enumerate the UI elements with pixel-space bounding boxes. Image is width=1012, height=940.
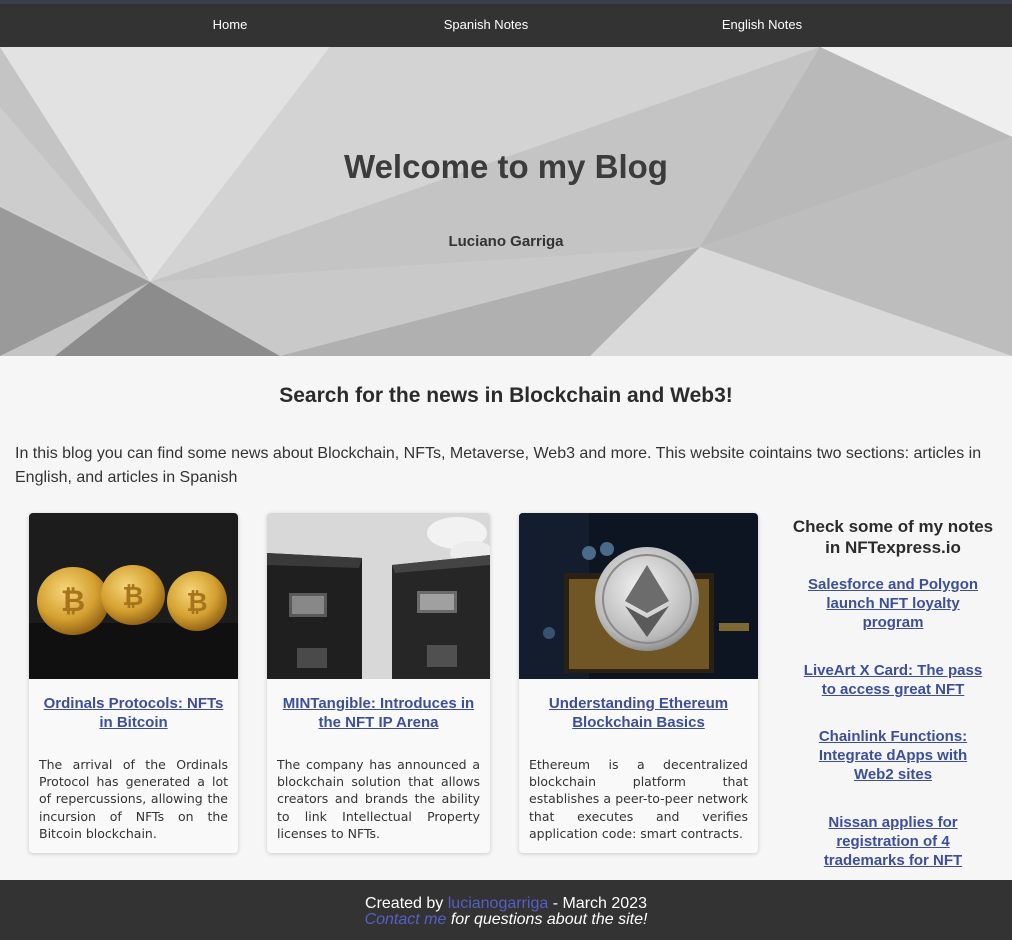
bitcoin-coins-image: ₿ ₿ ₿ [29,513,238,679]
section-heading: Search for the news in Blockchain and We… [279,384,733,407]
sidebar-heading: Check some of my notes in NFTexpress.io [792,517,994,557]
nav-spanish-notes-link[interactable]: Spanish Notes [444,17,529,32]
article-summary: Ethereum is a decentralized blockchain p… [529,757,748,841]
footer-author-link[interactable]: lucianogarriga [448,895,549,912]
article-summary: The company has announced a blockchain s… [277,757,480,841]
footer-date-text: - March 2023 [552,895,647,912]
page-footer: Created by lucianogarriga - March 2023 C… [0,880,1012,940]
hero-banner: Welcome to my Blog Luciano Garriga [0,47,1012,356]
sidebar-note-link[interactable]: Salesforce and Polygon launch NFT loyalt… [800,575,986,632]
article-title-link[interactable]: Ordinals Protocols: NFTs in Bitcoin [39,694,228,732]
svg-text:₿: ₿ [186,588,207,618]
top-navbar: Home Spanish Notes English Notes [0,0,1012,47]
footer-contact-text: for questions about the site! [450,911,648,928]
article-card: MINTangible: Introduces in the NFT IP Ar… [267,513,490,853]
article-title-link[interactable]: MINTangible: Introduces in the NFT IP Ar… [277,694,480,732]
article-title-link[interactable]: Understanding Ethereum Blockchain Basics [529,694,748,732]
buildings-image [267,513,490,679]
hero-author: Luciano Garriga [448,233,564,250]
article-summary: The arrival of the Ordinals Protocol has… [39,757,228,841]
footer-contact-link[interactable]: Contact me [365,911,447,928]
ethereum-coin-image [519,513,758,679]
footer-created-text: Created by [365,895,444,912]
hero-background-image [0,47,1012,356]
hero-title: Welcome to my Blog [344,148,668,185]
article-card: ₿ ₿ ₿ Ordinals Protocols: NFTs in Bitcoi… [29,513,238,853]
nav-english-notes-link[interactable]: English Notes [722,17,802,32]
sidebar-note-link[interactable]: LiveArt X Card: The pass to access great… [800,661,986,699]
intro-paragraph: In this blog you can find some news abou… [15,445,982,486]
svg-text:₿: ₿ [122,582,143,612]
sidebar-note-link[interactable]: Chainlink Functions: Integrate dApps wit… [800,727,986,784]
sidebar-note-link[interactable]: Nissan applies for registration of 4 tra… [800,813,986,870]
footer-contact: Contact me for questions about the site! [0,911,1012,929]
nav-home-link[interactable]: Home [213,17,248,32]
svg-text:₿: ₿ [61,584,85,619]
article-card: Understanding Ethereum Blockchain Basics… [519,513,758,853]
